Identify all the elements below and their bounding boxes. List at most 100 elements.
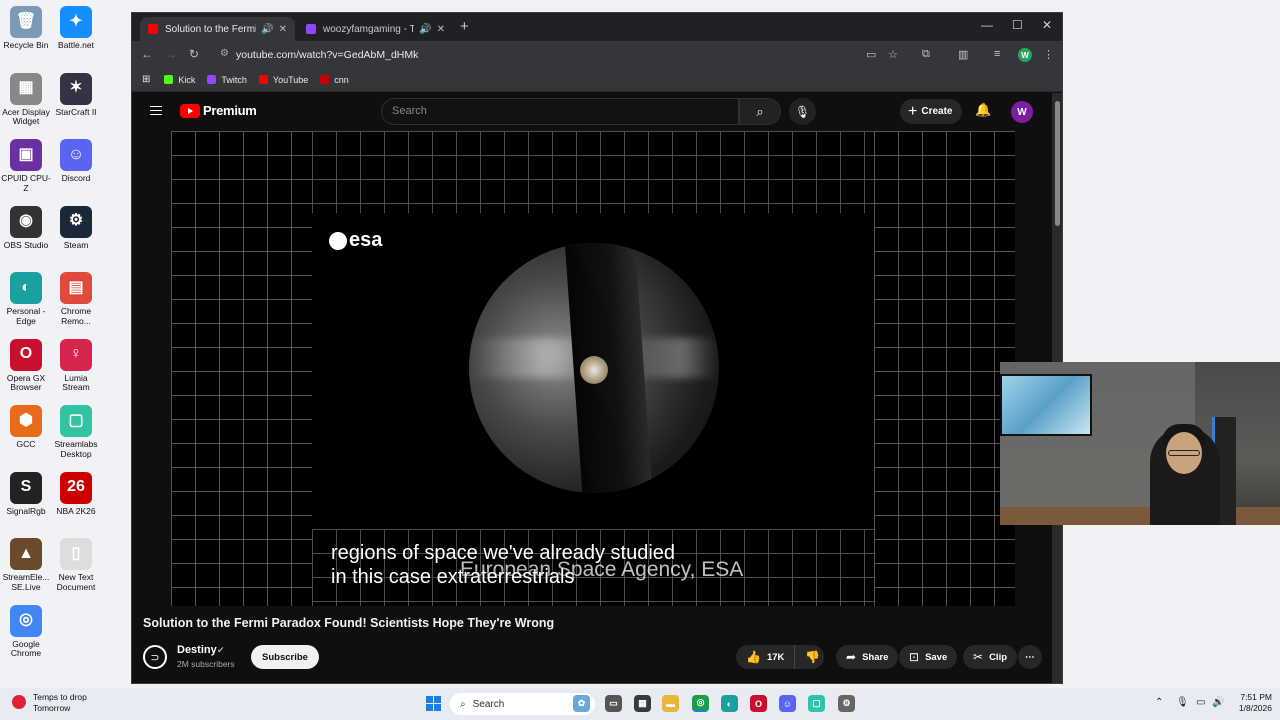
desktop-icon[interactable]: ◎ Google Chrome	[0, 601, 52, 660]
desktop-icon[interactable]: 26 NBA 2K26	[50, 468, 102, 517]
search-input[interactable]: Search	[381, 98, 739, 125]
close-window-icon[interactable]: ✕	[1042, 18, 1052, 32]
maximize-icon[interactable]: ☐	[1012, 18, 1023, 32]
streamlabs-taskbar-icon[interactable]: ▢	[808, 695, 825, 712]
start-button-icon[interactable]	[426, 696, 441, 711]
tab-youtube[interactable]: Solution to the Fermi Parad 🔊 ✕	[140, 17, 295, 41]
search-button[interactable]: ⌕	[739, 98, 781, 125]
bookmark-kick[interactable]: Kick	[164, 75, 195, 85]
profile-avatar[interactable]: W	[1018, 48, 1032, 62]
forward-icon[interactable]: →	[165, 47, 177, 61]
kick-icon	[164, 75, 174, 84]
notifications-bell-icon[interactable]: 🔔	[975, 102, 991, 118]
search-icon: ⌕	[756, 103, 764, 119]
media-controls-icon[interactable]: ≡	[994, 48, 1000, 60]
channel-avatar[interactable]: ⊃	[143, 645, 167, 669]
bookmark-twitch[interactable]: Twitch	[207, 75, 247, 85]
voice-search-button[interactable]: 🎙	[789, 98, 816, 125]
menu-kebab-icon[interactable]: ⋮	[1043, 48, 1054, 61]
esa-logo-mark-icon	[329, 231, 347, 250]
site-info-icon[interactable]: ⚙	[220, 48, 229, 59]
desktop-icon[interactable]: ✦ Battle.net	[50, 2, 102, 51]
desktop-icon[interactable]: ◉ OBS Studio	[0, 202, 52, 251]
desktop-icon-label: NBA 2K26	[56, 505, 96, 516]
channel-name[interactable]: Destiny	[177, 644, 217, 656]
clip-button[interactable]: ✂ Clip	[963, 645, 1018, 669]
desktop-icon[interactable]: ⚙ Steam	[50, 202, 102, 251]
new-tab-icon[interactable]: +	[460, 18, 469, 35]
sidepanel-icon[interactable]: ▥	[958, 48, 968, 61]
desktop-icon[interactable]: S SignalRgb	[0, 468, 52, 517]
desktop-icon-label: Steam	[63, 239, 89, 250]
desktop-icon[interactable]: ♀ Lumia Stream	[50, 335, 102, 394]
address-bar[interactable]: ⚙ youtube.com/watch?v=GedAbM_dHMk	[212, 44, 912, 65]
desktop-icon[interactable]: ▣ CPUID CPU-Z	[0, 135, 52, 194]
clip-label: Clip	[989, 651, 1008, 663]
reload-icon[interactable]: ↻	[189, 47, 199, 61]
share-button[interactable]: ➦ Share	[836, 645, 899, 669]
extensions-icon[interactable]: ⧉	[922, 48, 930, 61]
desktop-icon[interactable]: ▢ Streamlabs Desktop	[50, 401, 102, 460]
chrome-taskbar-icon[interactable]: ◎	[692, 695, 709, 712]
desktop-icon[interactable]: ▲ StreamEle... SE.Live	[0, 534, 52, 593]
copilot-icon[interactable]: ✿	[573, 695, 590, 712]
bookmark-cnn[interactable]: cnn	[320, 75, 349, 85]
desktop-icon[interactable]: 🗑 Recycle Bin	[0, 2, 52, 51]
discord-taskbar-icon[interactable]: ☺	[779, 695, 796, 712]
desktop-icon[interactable]: ◐ Personal - Edge	[0, 268, 52, 327]
app-icon: ♀	[60, 338, 92, 371]
bookmark-youtube[interactable]: YouTube	[258, 75, 308, 85]
back-icon[interactable]: ←	[141, 47, 153, 61]
app-icon: ▦	[10, 72, 42, 105]
like-button[interactable]: 👍 17K	[736, 645, 796, 669]
opera-gx-taskbar-icon[interactable]: O	[750, 695, 767, 712]
minimize-icon[interactable]: —	[981, 18, 993, 32]
logo-text: Premium	[203, 103, 257, 118]
install-app-icon[interactable]: ▭	[866, 48, 876, 61]
tab-close-icon[interactable]: ✕	[279, 24, 287, 35]
widgets-icon[interactable]: ▦	[634, 695, 651, 712]
more-actions-button[interactable]: ⋯	[1018, 645, 1042, 669]
weather-widget[interactable]: Temps to drop Tomorrow	[12, 692, 87, 713]
scrollbar-thumb[interactable]	[1055, 101, 1060, 226]
microphone-tray-icon[interactable]: 🎙	[1176, 697, 1189, 708]
file-explorer-icon[interactable]: ▬	[662, 695, 679, 712]
tab-twitch[interactable]: woozyfamgaming - Twitch 🔊 ✕	[298, 17, 453, 41]
youtube-logo[interactable]: Premium	[180, 103, 257, 118]
edge-taskbar-icon[interactable]: ◐	[721, 695, 738, 712]
bookmark-label: Kick	[178, 74, 196, 85]
webcam-tv	[1000, 374, 1092, 436]
bookmark-star-icon[interactable]: ☆	[888, 48, 898, 61]
speaker-icon: 🔊	[261, 23, 274, 35]
desktop-icon[interactable]: ⬢ GCC	[0, 401, 52, 450]
desktop-icon[interactable]: ☺ Discord	[50, 135, 102, 184]
save-button[interactable]: ⊡ Save	[899, 645, 958, 669]
webcam-floor	[1000, 507, 1280, 525]
task-view-icon[interactable]: ▭	[605, 695, 622, 712]
system-clock[interactable]: 7:51 PM 1/8/2026	[1230, 692, 1272, 714]
dislike-button[interactable]: 👎	[795, 650, 830, 664]
network-icon[interactable]: ▭	[1196, 697, 1205, 708]
desktop-icon[interactable]: ✶ StarCraft II	[50, 69, 102, 118]
desktop-icon[interactable]: ▦ Acer Display Widget	[0, 69, 52, 128]
clock-time: 7:51 PM	[1240, 692, 1272, 702]
hamburger-menu-icon[interactable]	[150, 103, 162, 118]
volume-icon[interactable]: 🔊	[1212, 697, 1224, 708]
desktop-icon[interactable]: ▤ Chrome Remo...	[50, 268, 102, 327]
account-avatar[interactable]: W	[1011, 101, 1033, 123]
sphere-cutaway	[563, 243, 655, 493]
app-icon: ✶	[60, 72, 92, 105]
tab-close-icon[interactable]: ✕	[437, 24, 445, 35]
desktop-icon[interactable]: ▯ New Text Document	[50, 534, 102, 593]
desktop-icon-label: Opera GX Browser	[6, 372, 46, 393]
desktop-icon-label: Discord	[61, 173, 91, 183]
scissors-icon: ✂	[973, 650, 984, 664]
desktop-icon-label: CPUID CPU-Z	[1, 173, 51, 193]
video-player[interactable]: esa European Space Agency, ESA regions o…	[171, 131, 1015, 606]
subscribe-button[interactable]: Subscribe	[251, 645, 319, 669]
create-button[interactable]: + Create	[900, 99, 963, 124]
desktop-icon[interactable]: O Opera GX Browser	[0, 335, 52, 394]
show-hidden-icons-icon[interactable]: ⌃	[1155, 697, 1163, 708]
apps-grid-icon[interactable]: ⊞	[142, 74, 150, 85]
settings-taskbar-icon[interactable]: ⚙	[838, 695, 855, 712]
